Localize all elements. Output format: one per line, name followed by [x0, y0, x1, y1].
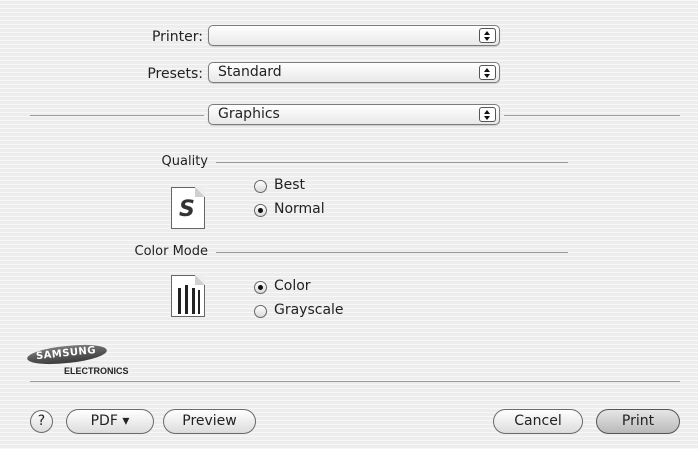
quality-divider: [216, 162, 568, 163]
stepper-arrows-icon: [479, 65, 496, 80]
cancel-button[interactable]: Cancel: [493, 409, 583, 434]
radio-normal-label: Normal: [274, 201, 325, 217]
stepper-arrows-icon: [479, 107, 496, 122]
presets-popup[interactable]: Standard: [208, 62, 500, 83]
radio-grayscale-label: Grayscale: [274, 302, 344, 318]
printer-popup[interactable]: [208, 25, 500, 46]
radio-best[interactable]: [254, 180, 267, 193]
quality-document-icon: S: [171, 187, 205, 229]
logo-text: SAMSUNG: [35, 344, 97, 363]
bottom-divider: [30, 381, 680, 382]
radio-normal[interactable]: [254, 204, 267, 217]
panel-popup[interactable]: Graphics: [208, 104, 500, 125]
panel-value: Graphics: [218, 106, 280, 122]
separator: [504, 115, 680, 116]
quality-title: Quality: [161, 154, 208, 169]
help-icon[interactable]: ?: [30, 410, 53, 433]
samsung-logo: SAMSUNG: [26, 341, 108, 368]
color-mode-divider: [216, 252, 568, 253]
radio-color[interactable]: [254, 281, 267, 294]
presets-value: Standard: [218, 64, 282, 80]
pdf-button[interactable]: PDF ▾: [66, 409, 154, 434]
logo-subtitle: ELECTRONICS: [64, 366, 129, 376]
color-mode-title: Color Mode: [134, 244, 209, 259]
presets-label: Presets:: [147, 66, 203, 82]
radio-color-label: Color: [274, 278, 311, 294]
print-button[interactable]: Print: [596, 409, 680, 434]
preview-button[interactable]: Preview: [163, 409, 256, 434]
radio-best-label: Best: [274, 177, 306, 193]
color-cartridge-icon: [171, 275, 205, 317]
stepper-arrows-icon: [479, 28, 496, 43]
separator: [30, 115, 204, 116]
radio-grayscale[interactable]: [254, 305, 267, 318]
quality-icon-letter: S: [179, 197, 195, 222]
printer-label: Printer:: [151, 29, 203, 45]
